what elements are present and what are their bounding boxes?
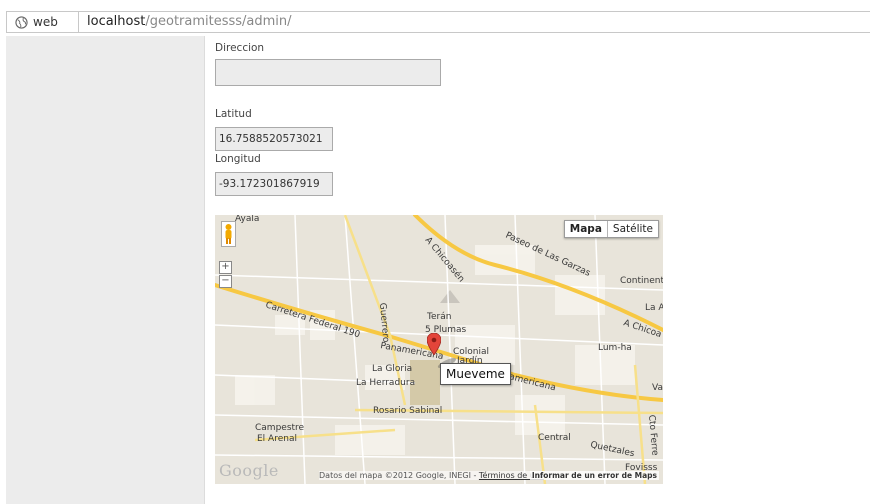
admin-sidebar (6, 36, 205, 504)
url-path: /geotramitesss/admin/ (145, 14, 292, 29)
latitud-label: Latitud (215, 108, 252, 120)
longitud-label: Longitud (215, 153, 261, 165)
map-type-control: Mapa Satélite (563, 220, 659, 238)
map-label-lum-ha: Lum-ha (598, 343, 632, 353)
map-label-rosario: Rosario Sabinal (373, 406, 442, 416)
zoom-out-button[interactable]: − (219, 275, 232, 288)
globe-icon (15, 15, 28, 29)
browser-toolbar: web localhost/geotramitesss/admin/ (0, 0, 870, 36)
map-label-continental: Continental (620, 276, 663, 286)
url-text[interactable]: localhost/geotramitesss/admin/ (87, 14, 292, 29)
attribution-text: Datos del mapa ©2012 Google, INEGI - (319, 471, 477, 480)
longitud-input[interactable]: -93.172301867919 (215, 172, 333, 196)
map-attribution: Datos del mapa ©2012 Google, INEGI - Tér… (319, 471, 544, 480)
map-label-la-a: La A (645, 303, 663, 313)
map-label-la-herradura: La Herradura (356, 378, 415, 388)
map-type-satellite-button[interactable]: Satélite (608, 221, 658, 237)
map-label-campestre: Campestre (255, 423, 305, 433)
direccion-input[interactable] (215, 59, 441, 86)
google-logo[interactable]: Google (219, 461, 279, 480)
site-label: web (33, 15, 58, 29)
map-label-teran: Terán (426, 312, 451, 322)
map-pin-marker-icon[interactable] (427, 333, 441, 355)
direccion-label: Direccion (215, 42, 265, 54)
street-view-pegman-icon[interactable] (221, 221, 236, 247)
map-label-el-arenal: El Arenal (257, 434, 297, 444)
marker-tooltip: Mueveme (440, 363, 511, 385)
map-label-va: Va (652, 383, 663, 393)
zoom-in-button[interactable]: + (219, 261, 232, 274)
map-type-mapa-button[interactable]: Mapa (565, 221, 608, 237)
zoom-control: + − (219, 261, 232, 289)
map-label-ayala: Ayala (235, 215, 259, 224)
site-info-chip[interactable]: web (7, 12, 79, 32)
latitud-input[interactable]: 16.7588520573021 (215, 127, 333, 151)
address-bar[interactable]: web localhost/geotramitesss/admin/ (6, 11, 870, 33)
google-map[interactable]: Ayala A Chicoasén Paseo de Las Garzas Co… (215, 215, 663, 484)
report-error-link[interactable]: Informar de un error de Maps (529, 471, 659, 480)
url-host: localhost (87, 14, 146, 29)
map-label-la-gloria: La Gloria (372, 364, 412, 374)
map-label-central: Central (538, 433, 571, 443)
